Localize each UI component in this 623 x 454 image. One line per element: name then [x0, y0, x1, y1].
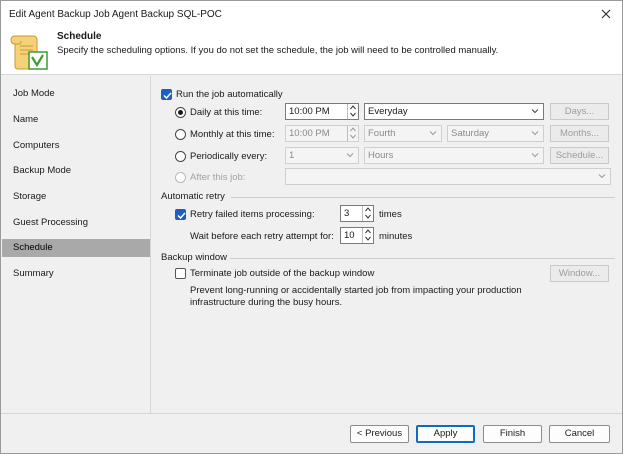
run-automatically-label: Run the job automatically [176, 89, 283, 100]
wait-minutes-stepper[interactable]: 10 [340, 227, 374, 244]
periodically-label: Periodically every: [190, 151, 268, 162]
chevron-down-icon [598, 174, 606, 179]
terminate-job-checkbox[interactable] [175, 268, 186, 279]
close-icon[interactable] [596, 4, 616, 24]
run-automatically-checkbox[interactable] [161, 89, 172, 100]
periodic-unit-value: Hours [368, 150, 394, 161]
sidebar-item-storage[interactable]: Storage [2, 188, 150, 206]
page-description: Specify the scheduling options. If you d… [57, 45, 499, 56]
sidebar-item-summary[interactable]: Summary [2, 265, 150, 283]
daily-frequency-select[interactable]: Everyday [364, 103, 544, 120]
schedule-panel: Run the job automatically Daily at this … [151, 76, 622, 413]
wait-value: 10 [344, 230, 355, 241]
monthly-radio[interactable] [175, 129, 186, 140]
monthly-day-select[interactable]: Saturday [447, 125, 544, 142]
daily-time-spin[interactable] [347, 104, 358, 119]
chevron-down-icon [531, 131, 539, 136]
chevron-down-icon [531, 153, 539, 158]
periodic-value-select[interactable]: 1 [285, 147, 359, 164]
after-job-radio[interactable] [175, 172, 186, 183]
title-bar: Edit Agent Backup Job Agent Backup SQL-P… [1, 1, 622, 27]
apply-button[interactable]: Apply [416, 425, 475, 443]
daily-label: Daily at this time: [190, 107, 263, 118]
terminate-job-label: Terminate job outside of the backup wind… [190, 268, 375, 279]
months-button[interactable]: Months... [550, 125, 609, 142]
wizard-sidebar: Job Mode Name Computers Backup Mode Stor… [2, 76, 150, 413]
schedule-scroll-icon [9, 32, 51, 72]
sidebar-item-computers[interactable]: Computers [2, 137, 150, 155]
after-job-label: After this job: [190, 172, 246, 183]
sidebar-item-guest-processing[interactable]: Guest Processing [2, 214, 150, 232]
daily-frequency-value: Everyday [368, 106, 408, 117]
monthly-time-stepper[interactable]: 10:00 PM [285, 125, 359, 142]
monthly-week-value: Fourth [368, 128, 396, 139]
after-job-select[interactable] [285, 168, 611, 185]
page-title: Schedule [57, 31, 102, 42]
days-button[interactable]: Days... [550, 103, 609, 120]
retry-label: Retry failed items processing: [190, 209, 315, 220]
chevron-down-icon [531, 109, 539, 114]
chevron-down-icon [346, 153, 354, 158]
daily-time-stepper[interactable]: 10:00 PM [285, 103, 359, 120]
schedule-button[interactable]: Schedule... [550, 147, 609, 164]
retry-count-stepper[interactable]: 3 [340, 205, 374, 222]
monthly-day-value: Saturday [451, 128, 490, 139]
daily-radio[interactable] [175, 107, 186, 118]
chevron-down-icon [429, 131, 437, 136]
retry-count-spin[interactable] [362, 206, 373, 221]
edit-job-dialog: Edit Agent Backup Job Agent Backup SQL-P… [0, 0, 623, 454]
monthly-label: Monthly at this time: [190, 129, 275, 140]
backup-window-separator [230, 258, 615, 259]
retry-count-value: 3 [344, 208, 350, 219]
sidebar-item-job-mode[interactable]: Job Mode [2, 85, 150, 103]
cancel-button[interactable]: Cancel [549, 425, 610, 443]
periodically-radio[interactable] [175, 151, 186, 162]
daily-time-value: 10:00 PM [289, 106, 330, 117]
backup-window-title: Backup window [161, 252, 228, 263]
sidebar-item-name[interactable]: Name [2, 111, 150, 129]
periodic-unit-select[interactable]: Hours [364, 147, 544, 164]
monthly-time-spin[interactable] [347, 126, 358, 141]
periodic-value: 1 [289, 150, 295, 161]
backup-window-help-line2: infrastructure during the busy hours. [190, 297, 343, 308]
retry-checkbox[interactable] [175, 209, 186, 220]
monthly-time-value: 10:00 PM [289, 128, 330, 139]
monthly-week-select[interactable]: Fourth [364, 125, 442, 142]
wait-spin[interactable] [362, 228, 373, 243]
page-header: Schedule Specify the scheduling options.… [1, 27, 622, 75]
retry-unit: times [379, 209, 402, 220]
sidebar-item-schedule[interactable]: Schedule [2, 239, 150, 257]
window-button[interactable]: Window... [550, 265, 609, 282]
wait-label: Wait before each retry attempt for: [190, 231, 334, 242]
backup-window-help-line1: Prevent long-running or accidentally sta… [190, 285, 522, 296]
wait-unit: minutes [379, 231, 413, 242]
automatic-retry-title: Automatic retry [161, 191, 225, 202]
previous-button[interactable]: < Previous [350, 425, 409, 443]
sidebar-item-backup-mode[interactable]: Backup Mode [2, 162, 150, 180]
finish-button[interactable]: Finish [483, 425, 542, 443]
retry-separator [231, 197, 615, 198]
window-title: Edit Agent Backup Job Agent Backup SQL-P… [9, 9, 222, 20]
footer-divider [1, 413, 622, 414]
